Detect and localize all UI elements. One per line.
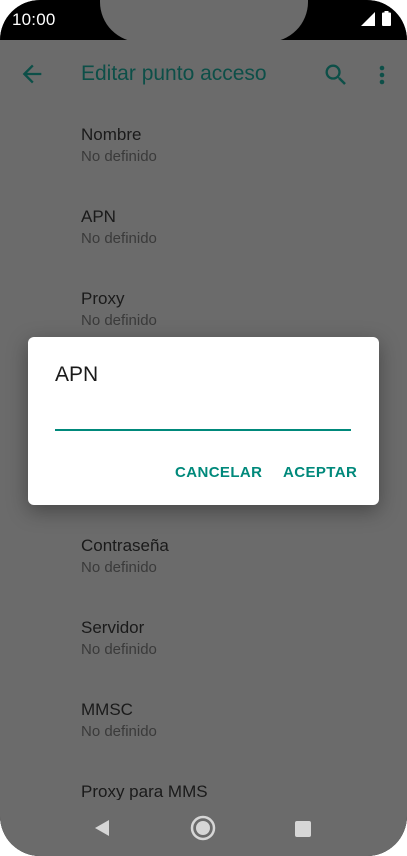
search-icon[interactable] (322, 61, 350, 89)
app-bar: Editar punto acceso (0, 40, 407, 108)
item-title: APN (81, 207, 116, 226)
item-title: Nombre (81, 125, 142, 144)
more-vert-icon[interactable] (370, 61, 394, 89)
navigation-bar (0, 800, 407, 856)
list-item-contrasena[interactable]: Contraseña No definido (81, 535, 381, 578)
item-summary: No definido (81, 312, 157, 329)
back-arrow-icon[interactable] (18, 60, 46, 88)
dialog-title: APN (55, 363, 99, 386)
item-summary: No definido (81, 559, 157, 576)
back-triangle-icon[interactable] (92, 818, 112, 843)
item-summary: No definido (81, 230, 157, 247)
signal-icon (361, 11, 375, 31)
accept-button[interactable]: ACEPTAR (283, 464, 357, 481)
item-summary: No definido (81, 641, 157, 658)
list-item-mmsc[interactable]: MMSC No definido (81, 699, 381, 742)
item-summary: No definido (81, 723, 157, 740)
status-bar: 10:00 (0, 0, 407, 42)
screen: 10:00 Editar punto acceso Nombre No defi… (0, 0, 407, 856)
item-title: Contraseña (81, 536, 169, 555)
list-item-nombre[interactable]: Nombre No definido (81, 124, 381, 167)
item-title: MMSC (81, 700, 133, 719)
item-title: Proxy (81, 289, 125, 308)
battery-icon (382, 11, 391, 31)
list-item-proxy[interactable]: Proxy No definido (81, 288, 381, 331)
apn-dialog: APN CANCELAR ACEPTAR (28, 337, 379, 505)
item-summary: No definido (81, 148, 157, 165)
list-item-servidor[interactable]: Servidor No definido (81, 617, 381, 660)
cancel-button[interactable]: CANCELAR (175, 464, 262, 481)
status-icons (361, 11, 391, 31)
status-time: 10:00 (12, 10, 56, 29)
list-item-apn[interactable]: APN No definido (81, 206, 381, 249)
camera-notch (100, 0, 308, 42)
item-title: Servidor (81, 618, 145, 637)
recents-square-icon[interactable] (294, 820, 312, 843)
page-title: Editar punto acceso (81, 62, 267, 85)
device-frame: 10:00 Editar punto acceso Nombre No defi… (0, 0, 407, 856)
apn-input[interactable] (55, 397, 351, 431)
home-circle-icon[interactable] (189, 814, 217, 847)
